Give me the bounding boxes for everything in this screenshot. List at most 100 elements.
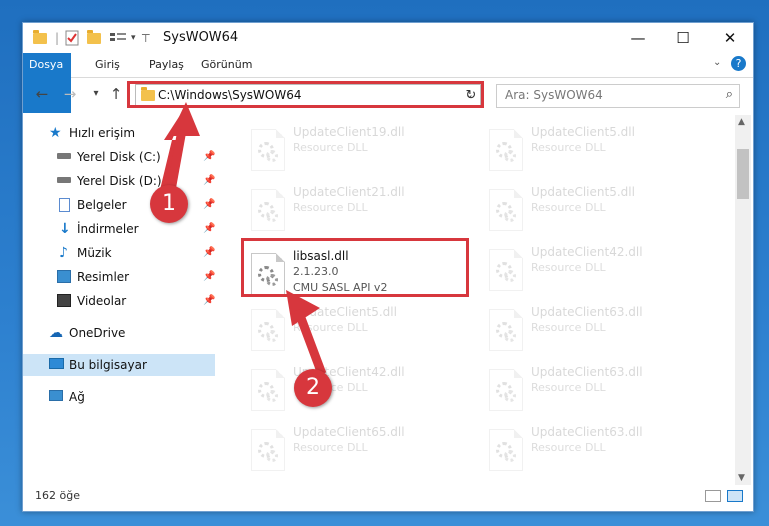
recent-locations-icon[interactable]: ▾ xyxy=(87,88,105,99)
gear-icon xyxy=(504,450,516,462)
sidebar-item-label: Belgeler xyxy=(77,198,127,212)
scroll-thumb[interactable] xyxy=(737,149,749,199)
drive-icon xyxy=(57,153,71,159)
music-icon: ♪ xyxy=(59,245,68,261)
network-icon xyxy=(49,390,63,401)
sidebar-item-onedrive[interactable]: ☁ OneDrive xyxy=(49,322,217,344)
file-description: Resource DLL xyxy=(531,441,606,454)
back-button[interactable]: ← xyxy=(33,85,51,103)
sidebar-item-label: Resimler xyxy=(77,270,130,284)
sidebar-item-label: Bu bilgisayar xyxy=(69,358,147,372)
sidebar-item-label: Hızlı erişim xyxy=(69,126,136,140)
file-name: UpdateClient63.dll xyxy=(531,365,643,379)
minimize-button[interactable]: — xyxy=(615,23,661,53)
file-item[interactable]: UpdateClient19.dll Resource DLL xyxy=(243,125,463,185)
file-description: Resource DLL xyxy=(293,201,368,214)
sidebar-item-this-pc[interactable]: Bu bilgisayar xyxy=(23,354,215,376)
search-icon: ⌕ xyxy=(725,87,733,102)
gear-icon xyxy=(266,150,278,162)
tab-share[interactable]: Paylaş xyxy=(139,53,194,77)
gear-icon xyxy=(266,210,278,222)
file-item[interactable]: UpdateClient21.dll Resource DLL xyxy=(243,185,463,245)
up-button[interactable]: ↑ xyxy=(107,85,125,103)
file-description: Resource DLL xyxy=(293,141,368,154)
file-name: UpdateClient63.dll xyxy=(531,425,643,439)
step-1-badge: 1 xyxy=(150,185,188,223)
sidebar-item-label: İndirmeler xyxy=(77,222,139,236)
pin-toolbar-icon[interactable]: ⊤ xyxy=(141,29,151,47)
scroll-up-icon[interactable]: ▲ xyxy=(738,117,745,127)
file-description: Resource DLL xyxy=(531,201,606,214)
search-input[interactable]: Ara: SysWOW64 ⌕ xyxy=(496,84,740,108)
properties-icon[interactable] xyxy=(65,29,79,47)
scroll-down-icon[interactable]: ▼ xyxy=(738,473,745,483)
gear-icon xyxy=(504,150,516,162)
file-item[interactable]: UpdateClient63.dll Resource DLL xyxy=(481,365,701,425)
title-bar: | ▾ ⊤ SysWOW64 — ☐ ✕ xyxy=(23,23,753,53)
item-count: 162 öğe xyxy=(35,489,80,502)
computer-icon xyxy=(49,358,64,369)
file-description: Resource DLL xyxy=(531,381,606,394)
close-button[interactable]: ✕ xyxy=(707,23,753,53)
file-item[interactable]: UpdateClient5.dll Resource DLL xyxy=(481,185,701,245)
file-name: UpdateClient65.dll xyxy=(293,425,405,439)
download-icon: ↓ xyxy=(59,221,71,237)
star-icon: ★ xyxy=(49,125,62,141)
tiles-view-icon[interactable] xyxy=(727,490,743,502)
dll-file-icon xyxy=(489,429,523,471)
file-description: Resource DLL xyxy=(531,321,606,334)
forward-button[interactable]: → xyxy=(61,85,79,103)
dll-file-icon xyxy=(251,429,285,471)
status-bar: 162 öğe xyxy=(23,485,753,509)
file-item[interactable]: UpdateClient63.dll Resource DLL xyxy=(481,425,701,485)
cloud-icon: ☁ xyxy=(49,325,63,341)
gear-icon xyxy=(504,330,516,342)
sidebar-item-label: Müzik xyxy=(77,246,112,260)
dll-file-icon xyxy=(489,249,523,291)
pin-icon: 📌 xyxy=(203,295,216,306)
pin-icon: 📌 xyxy=(203,223,216,234)
gear-icon xyxy=(266,390,278,402)
file-name: UpdateClient21.dll xyxy=(293,185,405,199)
expand-ribbon-icon[interactable]: ⌄ xyxy=(713,57,721,68)
file-description: Resource DLL xyxy=(531,141,606,154)
file-name: UpdateClient19.dll xyxy=(293,125,405,139)
sidebar-item-downloads[interactable]: ↓ İndirmeler 📌 xyxy=(57,218,217,240)
pin-icon: 📌 xyxy=(203,247,216,258)
view-icon[interactable] xyxy=(109,29,127,47)
gear-icon xyxy=(266,450,278,462)
ribbon-tabs: Dosya Giriş Paylaş Görünüm ⌄ ? xyxy=(23,53,753,113)
sidebar-item-videos[interactable]: Videolar 📌 xyxy=(57,290,217,312)
video-icon xyxy=(57,294,71,307)
sidebar-item-label: Videolar xyxy=(77,294,127,308)
details-view-icon[interactable] xyxy=(705,490,721,502)
maximize-button[interactable]: ☐ xyxy=(660,23,706,53)
file-item[interactable]: UpdateClient65.dll Resource DLL xyxy=(243,425,463,485)
sidebar-item-label: OneDrive xyxy=(69,326,126,340)
sidebar-item-music[interactable]: ♪ Müzik 📌 xyxy=(57,242,217,264)
vertical-scrollbar[interactable]: ▲ ▼ xyxy=(735,115,751,485)
file-name: UpdateClient63.dll xyxy=(531,305,643,319)
file-name: UpdateClient42.dll xyxy=(531,245,643,259)
help-icon[interactable]: ? xyxy=(731,56,746,71)
tab-view[interactable]: Görünüm xyxy=(191,53,262,77)
sidebar-item-label: Ağ xyxy=(69,390,85,404)
dll-file-icon xyxy=(251,189,285,231)
search-placeholder: Ara: SysWOW64 xyxy=(505,88,603,102)
new-folder-icon[interactable] xyxy=(87,29,101,47)
dll-file-icon xyxy=(489,309,523,351)
gear-icon xyxy=(504,390,516,402)
drive-icon xyxy=(57,177,71,183)
gear-icon xyxy=(504,210,516,222)
file-name: UpdateClient5.dll xyxy=(531,125,635,139)
dll-file-icon xyxy=(489,189,523,231)
sidebar-item-pictures[interactable]: Resimler 📌 xyxy=(57,266,217,288)
file-item[interactable]: UpdateClient42.dll Resource DLL xyxy=(481,245,701,305)
pin-icon: 📌 xyxy=(203,271,216,282)
folder-icon xyxy=(33,29,47,47)
file-item[interactable]: UpdateClient5.dll Resource DLL xyxy=(481,125,701,185)
sidebar-item-network[interactable]: Ağ xyxy=(49,386,217,408)
customize-quick-access-icon[interactable]: ▾ xyxy=(131,29,136,47)
tab-home[interactable]: Giriş xyxy=(85,53,130,77)
file-item[interactable]: UpdateClient63.dll Resource DLL xyxy=(481,305,701,365)
